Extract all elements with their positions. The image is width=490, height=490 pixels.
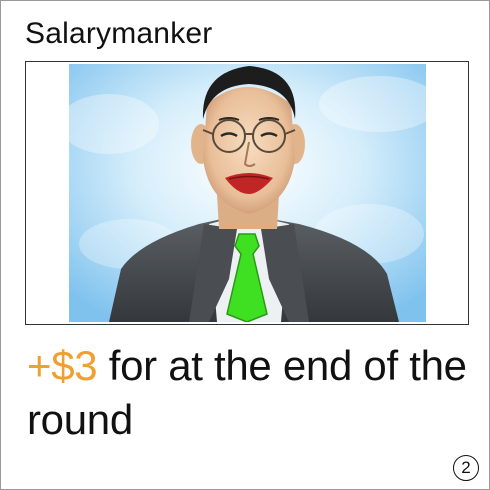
card-art-frame — [25, 61, 469, 325]
card-effect-text: +$3 for at the end of the round — [27, 339, 467, 447]
card-number-badge: 2 — [453, 455, 479, 481]
salaryman-portrait-icon — [69, 64, 426, 322]
game-card[interactable]: Salarymanker +$3 for at the end of the r… — [0, 0, 490, 490]
card-bonus-amount: +$3 — [27, 342, 98, 389]
card-title: Salarymanker — [25, 17, 213, 50]
salaryman-portrait-image — [69, 64, 426, 322]
